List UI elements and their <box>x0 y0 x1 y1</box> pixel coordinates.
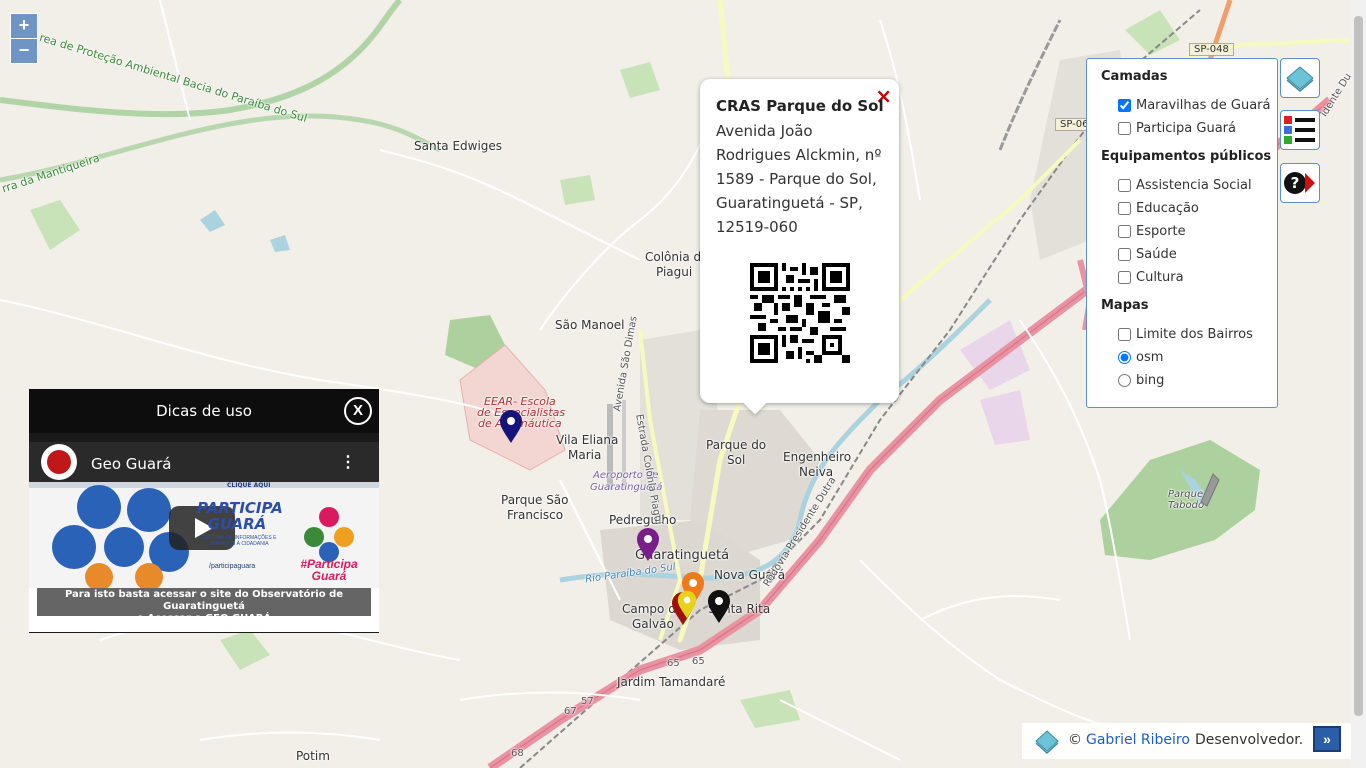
page-scrollbar[interactable] <box>1351 0 1366 768</box>
basemap-bing[interactable]: bing <box>1118 373 1164 388</box>
layer-label: Assistencia Social <box>1136 178 1252 193</box>
place-label: Engenheiro <box>783 450 852 464</box>
tips-video-panel: Dicas de uso X Geo Guará ⋮ CLIQUE AQUI P… <box>29 389 379 633</box>
layer-esporte-checkbox[interactable] <box>1118 225 1131 238</box>
zoom-out-button[interactable]: − <box>10 38 38 64</box>
qr-code <box>750 263 850 363</box>
basemap-osm-radio[interactable] <box>1118 351 1131 364</box>
video-logo-text: #Participa Guará <box>300 557 358 583</box>
layer-saude[interactable]: Saúde <box>1118 247 1177 262</box>
map-marker[interactable] <box>636 528 660 562</box>
place-label: Piagui <box>656 265 693 279</box>
zoom-in-button[interactable]: + <box>10 13 38 39</box>
legend-icon <box>1284 116 1315 144</box>
video-menu-icon[interactable]: ⋮ <box>340 452 356 472</box>
place-label: Francisco <box>507 508 564 522</box>
place-label: Jardim Tamandaré <box>617 675 726 689</box>
place-label: Santa Edwiges <box>414 139 503 153</box>
road-label: 68 <box>511 748 524 759</box>
attribution-bar: © Gabriel Ribeiro Desenvolvedor. <box>1022 723 1352 759</box>
layer-educacao-checkbox[interactable] <box>1118 202 1131 215</box>
video-caption-line: e Acessar o GEO GUARÁ <box>136 613 272 624</box>
layer-label: Educação <box>1136 201 1199 216</box>
place-label: Vila Eliana <box>556 433 619 447</box>
basemap-osm[interactable]: osm <box>1118 350 1163 365</box>
road-shield: SP-048 <box>1189 43 1234 56</box>
logo-icon <box>1035 730 1059 755</box>
road-label: 65 <box>692 656 705 667</box>
park-icon <box>1200 473 1220 507</box>
video-banner-title: PARTICIPA GUARÁ <box>197 499 283 533</box>
layer-participa[interactable]: Participa Guará <box>1118 121 1236 136</box>
layer-label: osm <box>1136 350 1164 365</box>
info-popup: × CRAS Parque do Sol Avenida João Rodrig… <box>700 79 899 415</box>
map-marker[interactable] <box>499 410 523 444</box>
layer-label: bing <box>1136 373 1165 388</box>
section-camadas: Camadas <box>1101 69 1168 84</box>
map-marker[interactable] <box>677 590 697 620</box>
basemap-bing-radio[interactable] <box>1118 374 1131 387</box>
layer-maravilhas[interactable]: Maravilhas de Guará <box>1118 98 1271 113</box>
layers-toggle-button[interactable] <box>1280 58 1320 98</box>
popup-title: CRAS Parque do Sol <box>716 97 884 115</box>
svg-text:?: ? <box>1291 174 1300 192</box>
help-icon: ? <box>1284 172 1315 194</box>
layer-label: Cultura <box>1136 270 1184 285</box>
place-label: Parque do <box>706 438 767 452</box>
place-label: Sol <box>727 453 746 467</box>
section-equipamentos: Equipamentos públicos <box>1101 149 1272 164</box>
layer-maravilhas-checkbox[interactable] <box>1118 99 1131 112</box>
layer-limite[interactable]: Limite dos Bairros <box>1118 327 1253 342</box>
place-label: Parque São <box>501 493 569 507</box>
layer-label: Esporte <box>1136 224 1186 239</box>
layer-label: Saúde <box>1136 247 1177 262</box>
layers-icon <box>1286 66 1314 92</box>
road-label: 67 <box>564 706 577 717</box>
layer-esporte[interactable]: Esporte <box>1118 224 1186 239</box>
video-caption: Para isto basta acessar o site do Observ… <box>37 589 371 625</box>
layer-label: Limite dos Bairros <box>1136 327 1253 342</box>
map-marker[interactable] <box>707 590 731 624</box>
layer-participa-checkbox[interactable] <box>1118 122 1131 135</box>
place-label: Maria <box>568 448 602 462</box>
road-label: 65 <box>667 658 680 669</box>
layer-cultura-checkbox[interactable] <box>1118 271 1131 284</box>
scrollbar-thumb[interactable] <box>1354 16 1363 716</box>
layer-cultura[interactable]: Cultura <box>1118 270 1184 285</box>
layer-label: Maravilhas de Guará <box>1136 98 1271 113</box>
road-label: 57 <box>581 696 594 707</box>
help-button[interactable]: ? <box>1280 163 1320 203</box>
layer-assistencia[interactable]: Assistencia Social <box>1118 178 1252 193</box>
section-mapas: Mapas <box>1101 298 1149 313</box>
video-panel-title: Dicas de uso <box>29 389 379 433</box>
video-channel-title: Geo Guará <box>91 455 172 473</box>
video-banner-subtitle: CENTRAL DE INFORMAÇÕES E SERVIÇOS À CIDA… <box>201 535 277 547</box>
layer-label: Participa Guará <box>1136 121 1236 136</box>
place-label: São Manoel <box>555 318 625 332</box>
layer-limite-checkbox[interactable] <box>1118 328 1131 341</box>
place-label: Pedregulho <box>609 513 677 527</box>
author-link[interactable]: Gabriel Ribeiro <box>1086 732 1190 748</box>
video-player[interactable]: Geo Guará ⋮ CLIQUE AQUI PARTICIPA GUARÁ … <box>29 442 379 632</box>
layer-educacao[interactable]: Educação <box>1118 201 1199 216</box>
video-close-button[interactable]: X <box>344 397 372 425</box>
copyright-symbol: © <box>1068 732 1082 748</box>
video-caption-line: Para isto basta acessar o site do Observ… <box>64 589 344 612</box>
expand-button[interactable]: » <box>1313 726 1341 752</box>
layer-switcher-panel: Camadas Maravilhas de Guará Participa Gu… <box>1086 58 1278 408</box>
layer-assistencia-checkbox[interactable] <box>1118 179 1131 192</box>
author-role: Desenvolvedor. <box>1195 732 1304 748</box>
place-label: Colônia do <box>645 250 709 264</box>
video-handle: /participaguara <box>209 563 256 570</box>
layer-saude-checkbox[interactable] <box>1118 248 1131 261</box>
place-label: Potim <box>296 749 330 763</box>
place-label: Galvão <box>632 617 674 631</box>
popup-address: Avenida João Rodrigues Alckmin, nº 1589 … <box>716 122 882 236</box>
legend-button[interactable] <box>1280 110 1320 150</box>
video-link-text: CLIQUE AQUI <box>227 482 271 489</box>
